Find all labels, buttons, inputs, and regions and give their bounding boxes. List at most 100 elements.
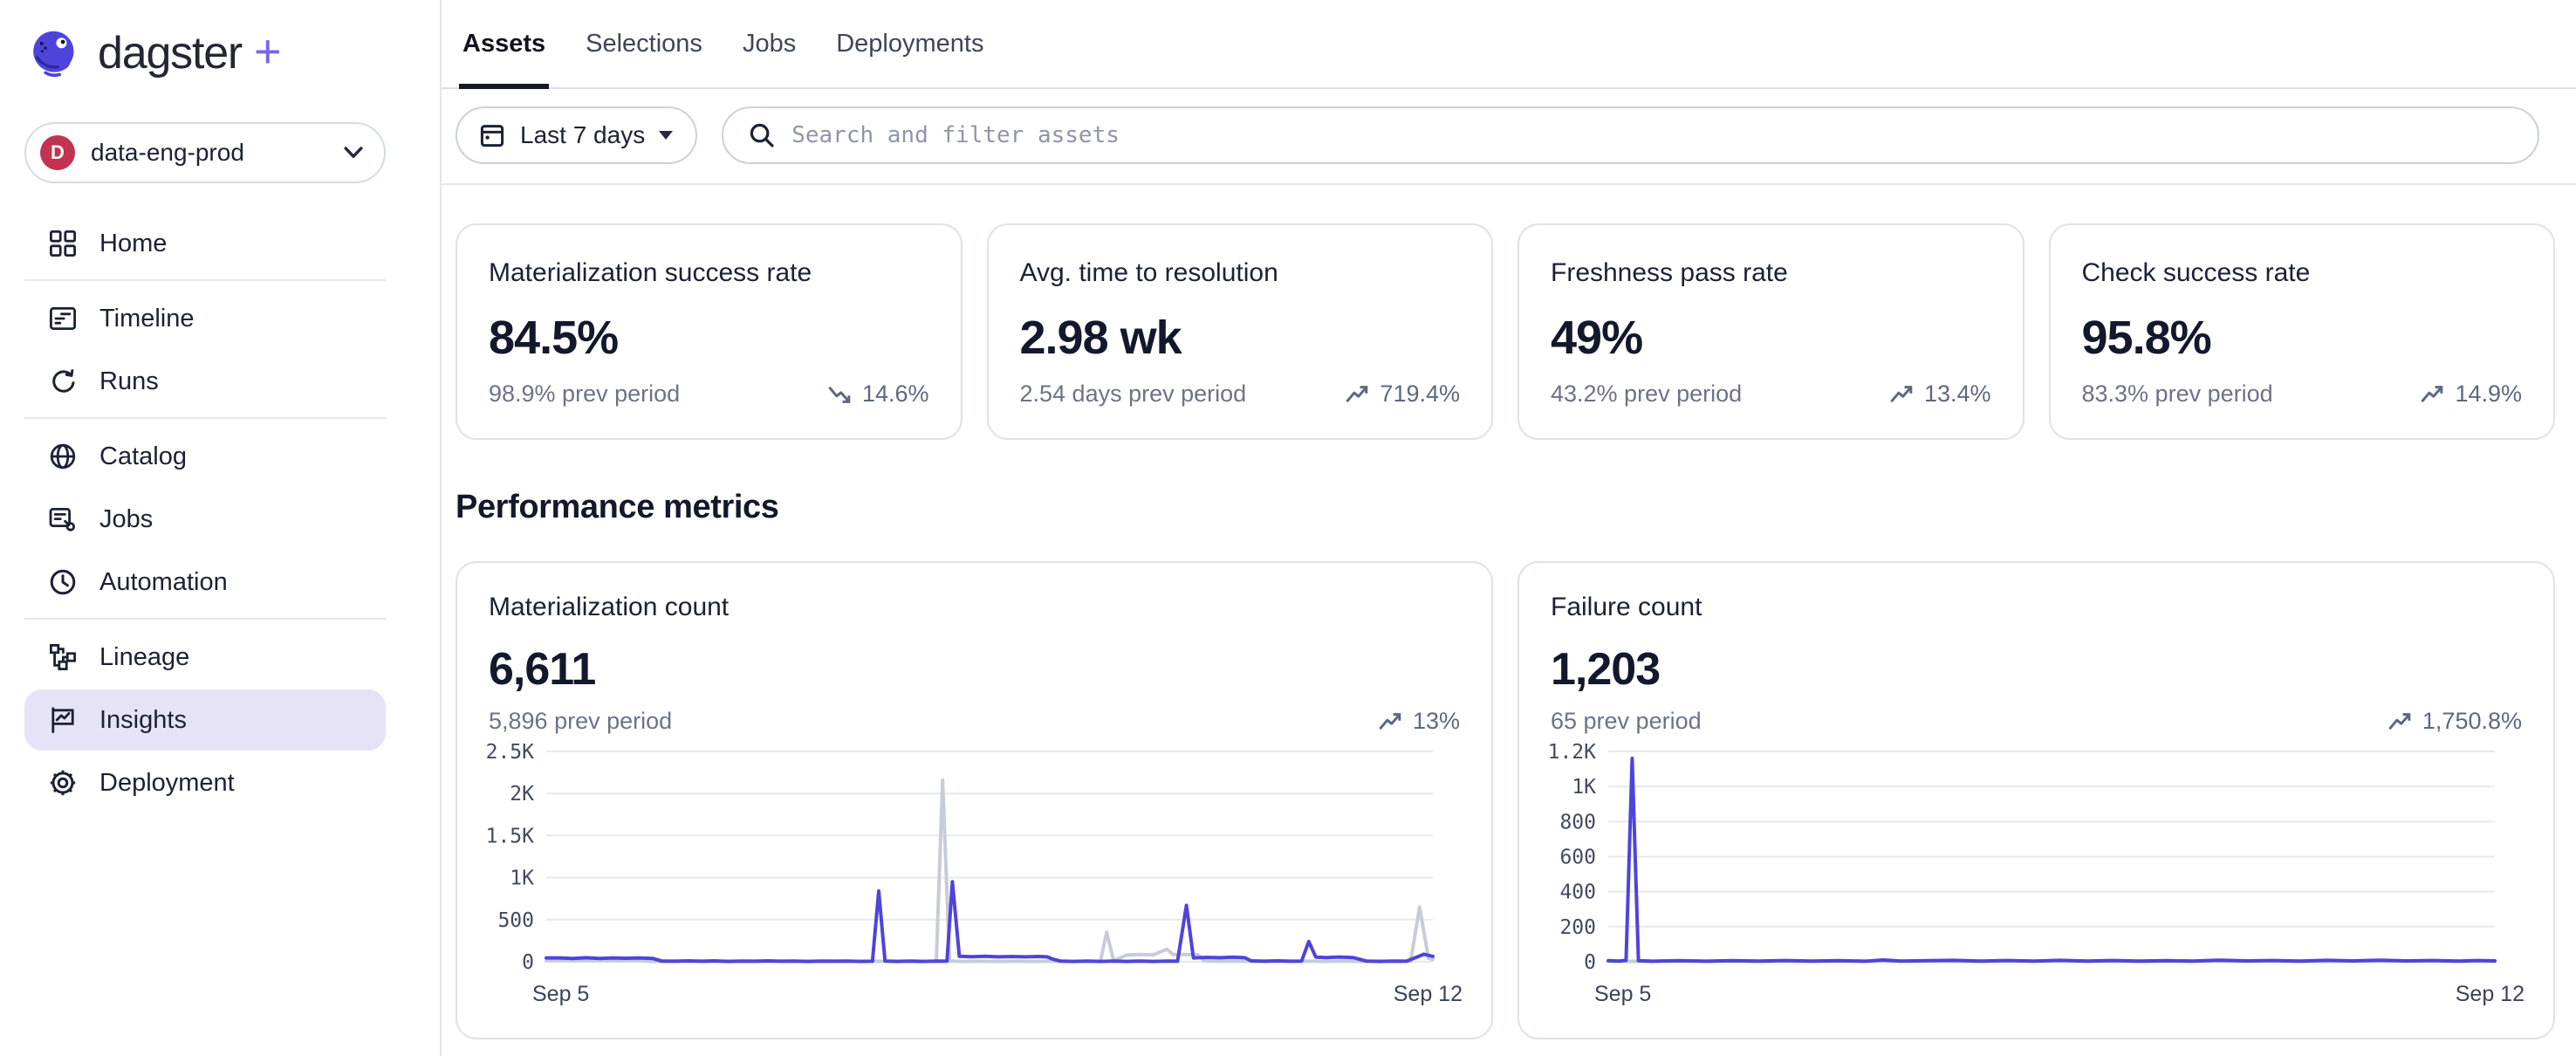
materialization-count-card: Materialization count 6,611 5,896 prev p… bbox=[456, 561, 1493, 1039]
lineage-icon bbox=[47, 641, 79, 673]
svg-text:800: 800 bbox=[1559, 811, 1596, 833]
tab-deployments[interactable]: Deployments bbox=[832, 0, 987, 87]
tab-jobs[interactable]: Jobs bbox=[739, 0, 799, 87]
trend-up-icon bbox=[1345, 383, 1369, 406]
svg-text:0: 0 bbox=[522, 951, 534, 974]
sidebar-item-label: Lineage bbox=[99, 643, 189, 672]
main-area: Assets Selections Jobs Deployments Last … bbox=[442, 0, 2576, 1056]
dagster-logo-icon bbox=[28, 26, 82, 80]
svg-text:Sep 12: Sep 12 bbox=[1394, 982, 1463, 1006]
metric-title: Avg. time to resolution bbox=[1020, 258, 1461, 288]
svg-text:2.5K: 2.5K bbox=[486, 741, 535, 764]
runs-icon bbox=[47, 366, 79, 397]
metric-prev-period: 98.9% prev period bbox=[489, 381, 680, 408]
trend-value: 13.4% bbox=[1924, 381, 1991, 408]
svg-text:500: 500 bbox=[497, 909, 534, 932]
tab-label: Selections bbox=[586, 30, 702, 58]
chart-title: Failure count bbox=[1551, 593, 2522, 622]
metric-card-materialization-success: Materialization success rate 84.5% 98.9%… bbox=[456, 223, 963, 440]
sidebar-item-label: Deployment bbox=[99, 769, 235, 798]
grid-icon bbox=[47, 228, 79, 259]
trend-up-icon bbox=[2420, 383, 2444, 406]
sidebar-item-label: Catalog bbox=[99, 442, 187, 471]
sidebar-item-jobs[interactable]: Jobs bbox=[24, 489, 386, 550]
sidebar: dagster + D data-eng-prod Home Time bbox=[0, 0, 442, 1056]
sidebar-item-timeline[interactable]: Timeline bbox=[24, 288, 386, 349]
failure-count-card: Failure count 1,203 65 prev period 1,750… bbox=[1518, 561, 2555, 1039]
workspace-avatar: D bbox=[40, 135, 75, 170]
trend-up-icon bbox=[1889, 383, 1914, 406]
logo-wordmark: dagster bbox=[98, 27, 242, 79]
sidebar-divider bbox=[24, 417, 386, 419]
sidebar-divider bbox=[24, 618, 386, 620]
svg-text:1.5K: 1.5K bbox=[486, 825, 535, 847]
sidebar-item-label: Jobs bbox=[99, 505, 153, 534]
date-range-button[interactable]: Last 7 days bbox=[456, 106, 697, 164]
materialization-count-chart: 0 500 1K 1.5K 2K 2.5K Sep 5 Sep 12 bbox=[457, 723, 1491, 1020]
globe-icon bbox=[47, 441, 79, 472]
sidebar-item-deployment[interactable]: Deployment bbox=[24, 752, 386, 813]
sidebar-item-lineage[interactable]: Lineage bbox=[24, 627, 386, 688]
gear-icon bbox=[47, 767, 79, 799]
search-box[interactable] bbox=[722, 106, 2539, 164]
search-input[interactable] bbox=[791, 122, 2513, 148]
svg-text:1K: 1K bbox=[1572, 776, 1596, 799]
date-range-label: Last 7 days bbox=[520, 121, 645, 149]
sidebar-item-label: Runs bbox=[99, 367, 159, 396]
sidebar-item-catalog[interactable]: Catalog bbox=[24, 426, 386, 487]
metric-title: Materialization success rate bbox=[489, 258, 929, 288]
failure-count-chart: 02004006008001K1.2KSep 5Sep 12 bbox=[1519, 723, 2553, 1020]
metric-title: Check success rate bbox=[2082, 258, 2523, 288]
trend-value: 14.9% bbox=[2455, 381, 2522, 408]
metric-title: Freshness pass rate bbox=[1551, 258, 1991, 288]
metric-cards-row: Materialization success rate 84.5% 98.9%… bbox=[456, 223, 2555, 440]
sidebar-item-home[interactable]: Home bbox=[24, 213, 386, 274]
sidebar-item-label: Insights bbox=[99, 706, 187, 735]
tab-label: Jobs bbox=[743, 30, 796, 58]
metric-card-avg-time-resolution: Avg. time to resolution 2.98 wk 2.54 day… bbox=[987, 223, 1494, 440]
metric-value: 95.8% bbox=[2082, 311, 2523, 365]
workspace-name: data-eng-prod bbox=[91, 139, 244, 167]
calendar-icon bbox=[478, 121, 506, 149]
metric-card-check-success: Check success rate 95.8% 83.3% prev peri… bbox=[2049, 223, 2556, 440]
tab-selections[interactable]: Selections bbox=[582, 0, 706, 87]
svg-text:600: 600 bbox=[1559, 847, 1596, 869]
sidebar-item-automation[interactable]: Automation bbox=[24, 552, 386, 613]
svg-text:Sep 5: Sep 5 bbox=[532, 982, 589, 1006]
top-tabbar: Assets Selections Jobs Deployments bbox=[442, 0, 2576, 89]
clock-icon bbox=[47, 566, 79, 598]
sidebar-item-insights[interactable]: Insights bbox=[24, 689, 386, 751]
svg-text:2K: 2K bbox=[510, 783, 534, 806]
section-title-performance-metrics: Performance metrics bbox=[456, 489, 2555, 526]
chart-value: 1,203 bbox=[1551, 643, 2522, 696]
metric-prev-period: 2.54 days prev period bbox=[1020, 381, 1247, 408]
metric-card-freshness-pass: Freshness pass rate 49% 43.2% prev perio… bbox=[1518, 223, 2024, 440]
metric-value: 84.5% bbox=[489, 311, 929, 365]
logo-plus: + bbox=[254, 24, 282, 79]
chart-value: 6,611 bbox=[489, 643, 1460, 696]
timeline-icon bbox=[47, 303, 79, 334]
tab-label: Deployments bbox=[836, 30, 983, 58]
metric-prev-period: 43.2% prev period bbox=[1551, 381, 1742, 408]
sidebar-item-runs[interactable]: Runs bbox=[24, 351, 386, 412]
workspace-selector[interactable]: D data-eng-prod bbox=[24, 122, 386, 183]
svg-text:400: 400 bbox=[1559, 881, 1596, 904]
logo[interactable]: dagster + bbox=[0, 0, 440, 80]
metric-value: 2.98 wk bbox=[1020, 311, 1461, 365]
jobs-icon bbox=[47, 504, 79, 535]
insights-icon bbox=[47, 704, 79, 736]
tab-label: Assets bbox=[462, 30, 545, 58]
app-window: dagster + D data-eng-prod Home Time bbox=[0, 0, 2576, 1056]
sidebar-item-label: Home bbox=[99, 230, 167, 258]
svg-text:Sep 5: Sep 5 bbox=[1594, 982, 1651, 1006]
chevron-down-icon bbox=[344, 146, 363, 160]
search-icon bbox=[748, 121, 776, 149]
trend-value: 719.4% bbox=[1380, 381, 1460, 408]
sidebar-item-label: Automation bbox=[99, 568, 228, 597]
tab-assets[interactable]: Assets bbox=[459, 0, 549, 87]
metric-value: 49% bbox=[1551, 311, 1991, 365]
content: Materialization success rate 84.5% 98.9%… bbox=[442, 185, 2576, 1039]
svg-text:1K: 1K bbox=[510, 867, 534, 890]
trend-value: 14.6% bbox=[862, 381, 929, 408]
metric-prev-period: 83.3% prev period bbox=[2082, 381, 2273, 408]
